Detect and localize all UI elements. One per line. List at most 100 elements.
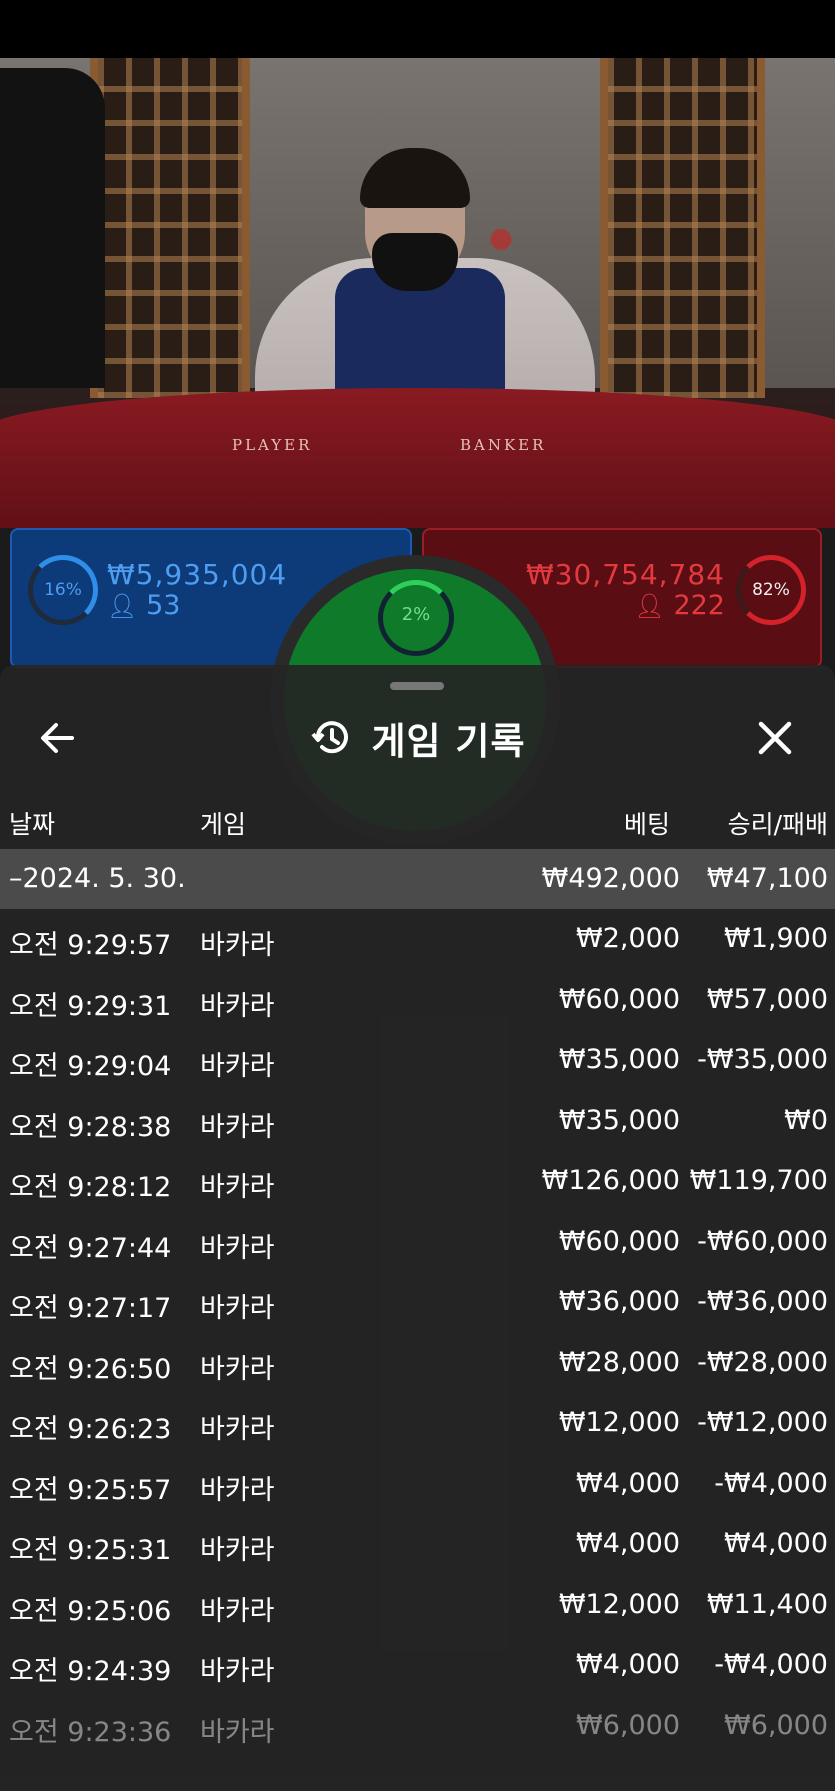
history-row[interactable]: 오전 9:26:50 바카라 ₩28,000 -₩28,000 bbox=[0, 1333, 835, 1394]
history-row[interactable]: 오전 9:25:06 바카라 ₩12,000 ₩11,400 bbox=[0, 1575, 835, 1636]
row-bet: ₩60,000 bbox=[558, 1225, 680, 1257]
row-time: 오전 9:25:31 bbox=[9, 1535, 172, 1566]
history-row[interactable]: 오전 9:29:57 바카라 ₩2,000 ₩1,900 bbox=[0, 909, 835, 970]
row-game: 바카라 bbox=[200, 1595, 275, 1627]
row-game: 바카라 bbox=[200, 1716, 275, 1748]
back-button[interactable] bbox=[30, 710, 86, 766]
row-bet: ₩2,000 bbox=[576, 923, 680, 954]
game-history-sheet: 게임 기록 날짜 게임 베팅 승리/패배 –2024. 5. 30. ₩492,… bbox=[0, 665, 835, 1791]
row-game: 바카라 bbox=[200, 1232, 275, 1264]
history-row[interactable]: 오전 9:25:31 바카라 ₩4,000 ₩4,000 bbox=[0, 1514, 835, 1575]
history-row[interactable]: 오전 9:24:39 바카라 ₩4,000 -₩4,000 bbox=[0, 1635, 835, 1696]
row-time: 오전 9:25:06 bbox=[9, 1595, 172, 1627]
summary-result-total: ₩47,100 bbox=[706, 863, 828, 894]
row-result: ₩6,000 bbox=[724, 1709, 828, 1741]
player-bet-amount: ₩5,935,004 bbox=[107, 558, 288, 591]
player-user-count-value: 53 bbox=[146, 590, 181, 621]
banker-percent: 82% bbox=[752, 580, 790, 600]
close-icon bbox=[758, 721, 792, 755]
row-bet: ₩4,000 bbox=[576, 1649, 680, 1680]
row-bet: ₩36,000 bbox=[558, 1286, 680, 1317]
date-summary-row[interactable]: –2024. 5. 30. ₩492,000 ₩47,100 bbox=[0, 849, 835, 909]
row-bet: ₩35,000 bbox=[558, 1044, 680, 1075]
row-time: 오전 9:27:44 bbox=[9, 1232, 172, 1264]
history-row[interactable]: 오전 9:27:17 바카라 ₩36,000 -₩36,000 bbox=[0, 1272, 835, 1333]
row-result: ₩11,400 bbox=[706, 1588, 828, 1620]
row-game: 바카라 bbox=[200, 1656, 275, 1687]
row-time: 오전 9:26:23 bbox=[9, 1414, 172, 1445]
row-game: 바카라 bbox=[200, 1111, 275, 1143]
row-result: ₩4,000 bbox=[724, 1528, 828, 1559]
user-icon: 👤︎ bbox=[634, 592, 665, 620]
player-percent-ring: 16% bbox=[28, 555, 98, 625]
row-time: 오전 9:28:12 bbox=[9, 1172, 172, 1203]
banker-percent-ring: 82% bbox=[736, 555, 806, 625]
status-bar bbox=[0, 0, 835, 58]
history-icon bbox=[311, 721, 349, 754]
row-bet: ₩6,000 bbox=[576, 1709, 680, 1741]
banker-user-count-value: 222 bbox=[673, 590, 725, 621]
history-row[interactable]: 오전 9:23:36 바카라 ₩6,000 ₩6,000 bbox=[0, 1696, 835, 1757]
row-time: 오전 9:29:31 bbox=[9, 990, 172, 1022]
history-row[interactable]: 오전 9:28:38 바카라 ₩35,000 ₩0 bbox=[0, 1091, 835, 1152]
row-bet: ₩126,000 bbox=[541, 1165, 680, 1196]
summary-date: –2024. 5. 30. bbox=[9, 863, 186, 894]
player-percent: 16% bbox=[44, 580, 82, 600]
row-game: 바카라 bbox=[200, 930, 275, 961]
sheet-drag-handle[interactable] bbox=[390, 682, 444, 690]
lattice-screen-left bbox=[90, 58, 250, 398]
row-time: 오전 9:29:04 bbox=[9, 1051, 172, 1082]
live-video: PLAYER BANKER bbox=[0, 58, 835, 528]
row-bet: ₩28,000 bbox=[558, 1346, 680, 1378]
row-game: 바카라 bbox=[200, 1474, 275, 1506]
row-result: -₩60,000 bbox=[697, 1225, 828, 1257]
row-time: 오전 9:29:57 bbox=[9, 930, 172, 961]
arrow-left-icon bbox=[41, 723, 74, 753]
banker-bet-amount: ₩30,754,784 bbox=[525, 558, 725, 591]
history-row[interactable]: 오전 9:29:31 바카라 ₩60,000 ₩57,000 bbox=[0, 970, 835, 1031]
row-time: 오전 9:28:38 bbox=[9, 1111, 172, 1143]
row-bet: ₩35,000 bbox=[558, 1104, 680, 1136]
row-game: 바카라 bbox=[200, 1414, 275, 1445]
row-time: 오전 9:24:39 bbox=[9, 1656, 172, 1687]
row-result: -₩36,000 bbox=[697, 1286, 828, 1317]
row-bet: ₩12,000 bbox=[558, 1588, 680, 1620]
sheet-header: 게임 기록 bbox=[0, 705, 835, 771]
row-result: ₩1,900 bbox=[724, 923, 828, 954]
row-time: 오전 9:23:36 bbox=[9, 1716, 172, 1748]
row-result: -₩4,000 bbox=[714, 1467, 828, 1499]
tie-percent: 2% bbox=[401, 604, 431, 625]
header-bet: 베팅 bbox=[623, 810, 670, 839]
row-result: ₩119,700 bbox=[689, 1165, 828, 1196]
history-row[interactable]: 오전 9:28:12 바카라 ₩126,000 ₩119,700 bbox=[0, 1151, 835, 1212]
row-game: 바카라 bbox=[200, 1353, 275, 1385]
lattice-screen-right bbox=[600, 58, 765, 398]
history-row[interactable]: 오전 9:26:23 바카라 ₩12,000 -₩12,000 bbox=[0, 1393, 835, 1454]
row-game: 바카라 bbox=[200, 1293, 275, 1324]
assistant-person bbox=[0, 68, 105, 388]
row-result: ₩57,000 bbox=[706, 983, 828, 1015]
summary-bet-total: ₩492,000 bbox=[541, 863, 680, 894]
history-row[interactable]: 오전 9:25:57 바카라 ₩4,000 -₩4,000 bbox=[0, 1454, 835, 1515]
row-time: 오전 9:27:17 bbox=[9, 1293, 172, 1324]
row-game: 바카라 bbox=[200, 1051, 275, 1082]
baccarat-table bbox=[0, 388, 835, 528]
row-bet: ₩12,000 bbox=[558, 1407, 680, 1438]
row-result: -₩4,000 bbox=[714, 1649, 828, 1680]
row-result: -₩28,000 bbox=[697, 1346, 828, 1378]
close-button[interactable] bbox=[747, 710, 803, 766]
row-game: 바카라 bbox=[200, 1172, 275, 1203]
table-player-word: PLAYER bbox=[232, 436, 313, 454]
row-result: -₩35,000 bbox=[697, 1044, 828, 1075]
row-result: -₩12,000 bbox=[697, 1407, 828, 1438]
row-bet: ₩4,000 bbox=[576, 1467, 680, 1499]
row-bet: ₩4,000 bbox=[576, 1528, 680, 1559]
user-icon: 👤︎ bbox=[107, 592, 138, 620]
player-user-count: 👤︎ 53 bbox=[107, 590, 180, 621]
sheet-title: 게임 기록 bbox=[371, 720, 526, 763]
header-game: 게임 bbox=[200, 810, 247, 839]
row-result: ₩0 bbox=[784, 1104, 828, 1136]
history-row[interactable]: 오전 9:27:44 바카라 ₩60,000 -₩60,000 bbox=[0, 1212, 835, 1273]
row-time: 오전 9:25:57 bbox=[9, 1474, 172, 1506]
history-row[interactable]: 오전 9:29:04 바카라 ₩35,000 -₩35,000 bbox=[0, 1030, 835, 1091]
